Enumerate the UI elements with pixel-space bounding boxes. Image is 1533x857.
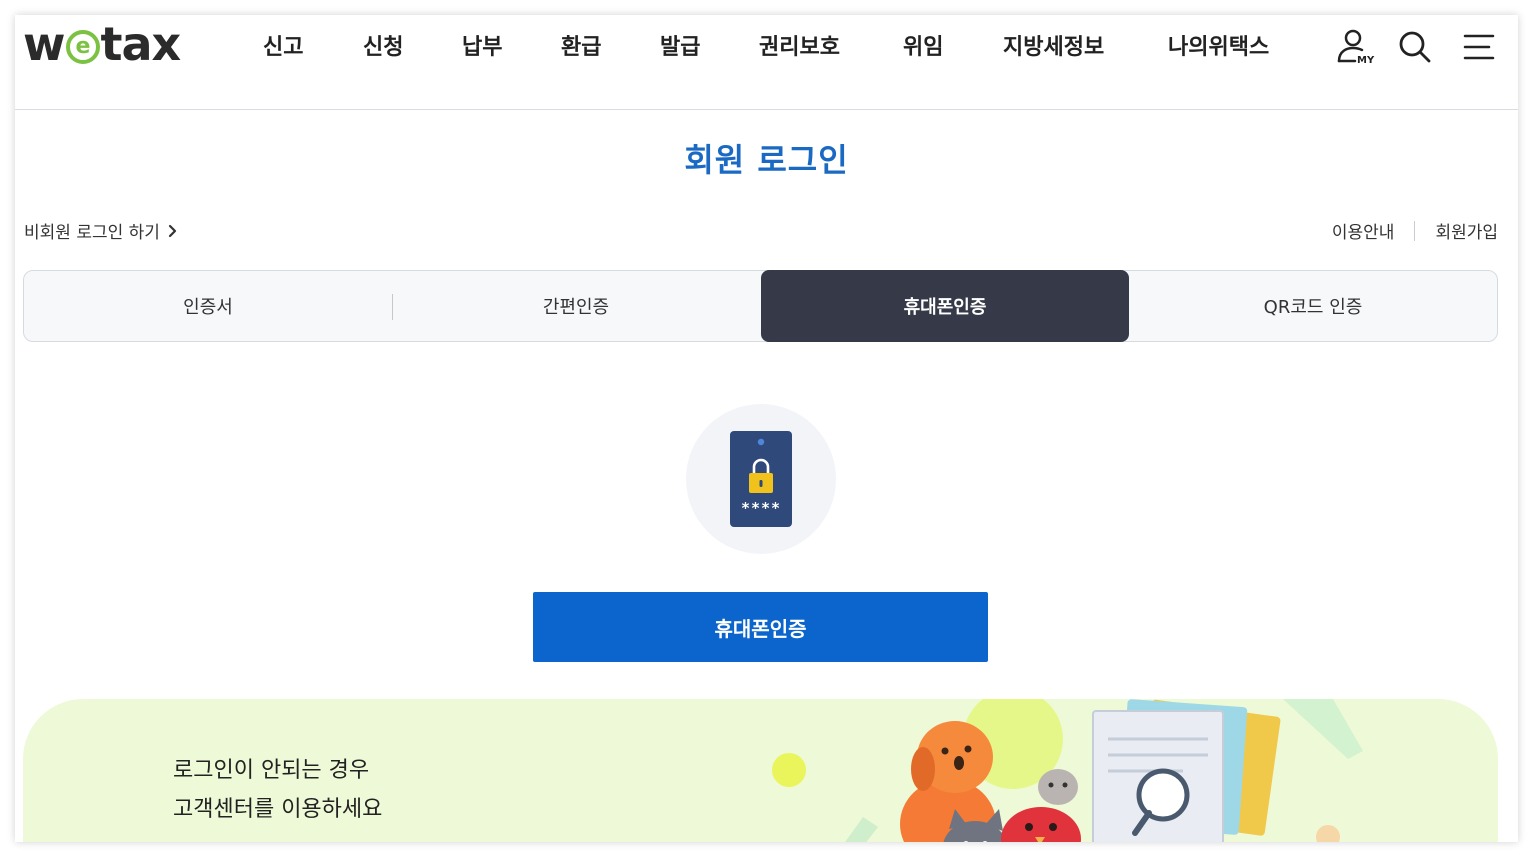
logo-text-right: tax bbox=[100, 17, 182, 71]
logo-e-mark: e bbox=[65, 30, 100, 64]
page-title: 회원 로그인 bbox=[684, 141, 849, 179]
tab-qr-auth[interactable]: QR코드 인증 bbox=[1129, 271, 1497, 341]
help-banner: 로그인이 안되는 경우 고객센터를 이용하세요 bbox=[23, 699, 1498, 842]
page-frame: w e tax 신고 신청 납부 환급 발급 권리보호 위임 지방세정보 나의위… bbox=[15, 15, 1518, 842]
site-header: w e tax 신고 신청 납부 환급 발급 권리보호 위임 지방세정보 나의위… bbox=[15, 15, 1518, 110]
utility-links: 이용안내 회원가입 bbox=[1332, 218, 1498, 243]
nav-item-rights[interactable]: 권리보호 bbox=[759, 30, 840, 66]
nav-item-local-tax-info[interactable]: 지방세정보 bbox=[1003, 30, 1104, 66]
banner-line-1: 로그인이 안되는 경우 bbox=[173, 758, 370, 783]
user-my-icon[interactable]: MY bbox=[1335, 27, 1375, 67]
auth-icon-circle: **** bbox=[686, 404, 836, 554]
tab-certificate[interactable]: 인증서 bbox=[24, 271, 392, 341]
search-icon[interactable] bbox=[1395, 27, 1435, 67]
my-label: MY bbox=[1357, 55, 1375, 66]
phone-auth-button[interactable]: 휴대폰인증 bbox=[533, 592, 988, 662]
nav-item-my-wetax[interactable]: 나의위택스 bbox=[1168, 30, 1269, 66]
nav-item-delegate[interactable]: 위임 bbox=[903, 30, 943, 66]
pin-mask: **** bbox=[741, 499, 781, 517]
link-divider bbox=[1414, 220, 1416, 241]
hamburger-menu-icon[interactable] bbox=[1459, 27, 1499, 67]
phone-lock-icon: **** bbox=[730, 431, 792, 527]
banner-text: 로그인이 안되는 경우 고객센터를 이용하세요 bbox=[173, 751, 382, 829]
nav-item-apply[interactable]: 신청 bbox=[363, 30, 403, 66]
guest-login-label: 비회원 로그인 하기 bbox=[24, 223, 160, 243]
chevron-right-icon bbox=[168, 224, 177, 237]
tab-phone-auth[interactable]: 휴대폰인증 bbox=[761, 270, 1129, 342]
logo-text-left: w bbox=[23, 17, 65, 71]
banner-line-2: 고객센터를 이용하세요 bbox=[173, 797, 383, 822]
guest-login-link[interactable]: 비회원 로그인 하기 bbox=[24, 218, 178, 243]
guide-link[interactable]: 이용안내 bbox=[1332, 218, 1395, 243]
login-method-tabs: 인증서 간편인증 휴대폰인증 QR코드 인증 bbox=[23, 270, 1498, 342]
signup-link[interactable]: 회원가입 bbox=[1435, 218, 1498, 243]
wetax-logo[interactable]: w e tax bbox=[23, 17, 182, 71]
nav-item-issue[interactable]: 발급 bbox=[660, 30, 700, 66]
mascot-illustration bbox=[772, 699, 1363, 842]
nav-item-refund[interactable]: 환급 bbox=[561, 30, 601, 66]
nav-item-pay[interactable]: 납부 bbox=[462, 30, 502, 66]
tab-simple-auth[interactable]: 간편인증 bbox=[392, 271, 760, 341]
nav-item-report[interactable]: 신고 bbox=[263, 30, 303, 66]
